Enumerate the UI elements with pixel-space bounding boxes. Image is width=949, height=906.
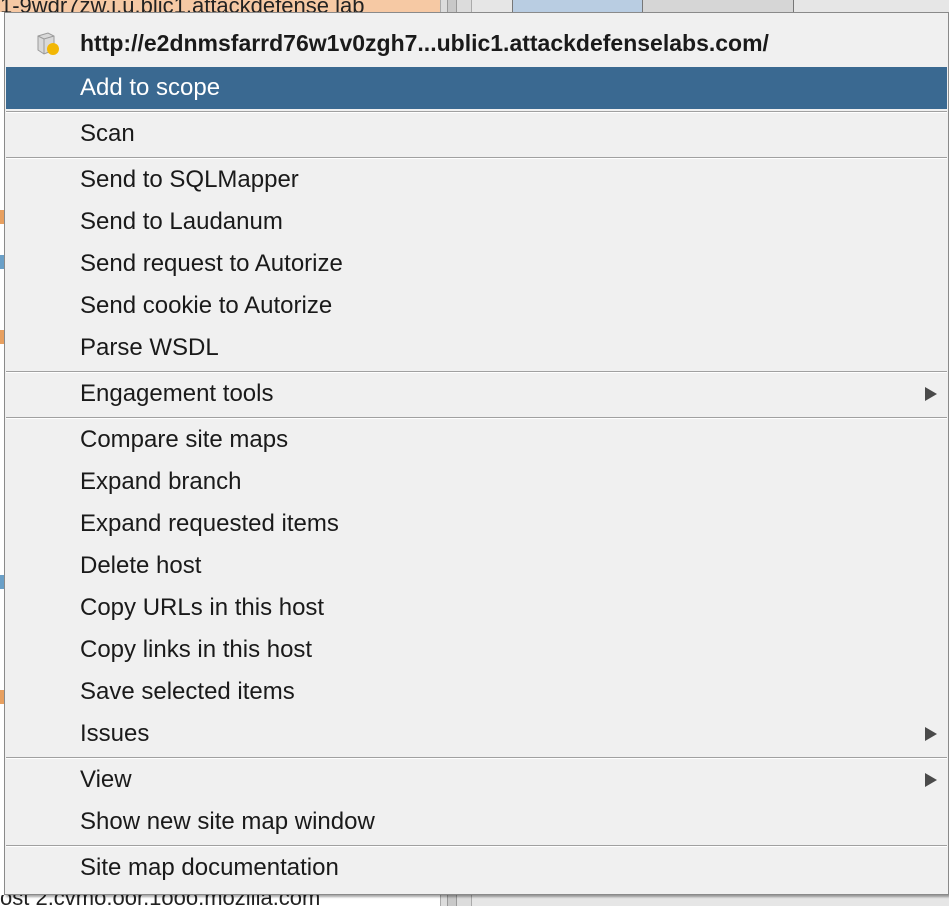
menu-item-copy-urls[interactable]: Copy URLs in this host bbox=[6, 587, 947, 629]
menu-item-label: Expand requested items bbox=[80, 510, 339, 537]
chevron-right-icon bbox=[925, 727, 937, 741]
host-node-icon bbox=[37, 32, 59, 55]
chevron-right-icon bbox=[925, 387, 937, 401]
menu-header: http://e2dnmsfarrd76w1v0zgh7...ublic1.at… bbox=[5, 13, 948, 67]
menu-item-label: Copy URLs in this host bbox=[80, 594, 325, 621]
menu-item-scan[interactable]: Scan bbox=[6, 113, 947, 155]
menu-item-save-selected-items[interactable]: Save selected items bbox=[6, 671, 947, 713]
menu-item-label: Engagement tools bbox=[80, 380, 274, 407]
menu-item-label: Send cookie to Autorize bbox=[80, 292, 333, 319]
menu-item-label: Site map documentation bbox=[80, 854, 339, 881]
tree-row-bottom: ost 2.cvmo.oor.1ooo.mozilla.com bbox=[0, 895, 442, 906]
menu-item-send-to-sqlmapper[interactable]: Send to SQLMapper bbox=[6, 159, 947, 201]
menu-item-site-map-documentation[interactable]: Site map documentation bbox=[6, 847, 947, 889]
menu-item-label: Delete host bbox=[80, 552, 202, 579]
menu-item-label: Expand branch bbox=[80, 468, 242, 495]
menu-item-engagement-tools[interactable]: Engagement tools bbox=[6, 373, 947, 415]
tree-row-text: 1-9wdr7zw.i.u.blic1.attackdefense lab bbox=[0, 0, 364, 12]
menu-item-label: Save selected items bbox=[80, 678, 295, 705]
menu-item-copy-links[interactable]: Copy links in this host bbox=[6, 629, 947, 671]
menu-item-label: Copy links in this host bbox=[80, 636, 313, 663]
menu-item-label: Show new site map window bbox=[80, 808, 375, 835]
menu-item-label: Add to scope bbox=[80, 74, 221, 101]
menu-item-send-to-laudanum[interactable]: Send to Laudanum bbox=[6, 201, 947, 243]
menu-item-compare-site-maps[interactable]: Compare site maps bbox=[6, 419, 947, 461]
menu-item-add-to-scope[interactable]: Add to scope bbox=[6, 67, 947, 109]
menu-item-show-new-site-map-window[interactable]: Show new site map window bbox=[6, 801, 947, 843]
selected-tree-row: 1-9wdr7zw.i.u.blic1.attackdefense lab bbox=[0, 0, 442, 12]
tree-row-text: ost 2.cvmo.oor.1ooo.mozilla.com bbox=[0, 895, 320, 906]
menu-item-label: Parse WSDL bbox=[80, 334, 219, 361]
menu-item-label: Send to Laudanum bbox=[80, 208, 283, 235]
chevron-right-icon bbox=[925, 773, 937, 787]
menu-item-view[interactable]: View bbox=[6, 759, 947, 801]
context-menu: http://e2dnmsfarrd76w1v0zgh7...ublic1.at… bbox=[4, 12, 949, 895]
menu-item-expand-requested-items[interactable]: Expand requested items bbox=[6, 503, 947, 545]
menu-item-label: Send request to Autorize bbox=[80, 250, 343, 277]
menu-item-label: Send to SQLMapper bbox=[80, 166, 299, 193]
menu-item-label: Compare site maps bbox=[80, 426, 289, 453]
menu-item-label: Scan bbox=[80, 120, 135, 147]
menu-item-expand-branch[interactable]: Expand branch bbox=[6, 461, 947, 503]
menu-item-label: View bbox=[80, 766, 132, 793]
menu-item-label: Issues bbox=[80, 720, 150, 747]
menu-item-delete-host[interactable]: Delete host bbox=[6, 545, 947, 587]
menu-item-send-request-to-autorize[interactable]: Send request to Autorize bbox=[6, 243, 947, 285]
menu-item-send-cookie-to-autorize[interactable]: Send cookie to Autorize bbox=[6, 285, 947, 327]
host-url: http://e2dnmsfarrd76w1v0zgh7...ublic1.at… bbox=[80, 30, 769, 56]
menu-item-parse-wsdl[interactable]: Parse WSDL bbox=[6, 327, 947, 369]
menu-item-issues[interactable]: Issues bbox=[6, 713, 947, 755]
